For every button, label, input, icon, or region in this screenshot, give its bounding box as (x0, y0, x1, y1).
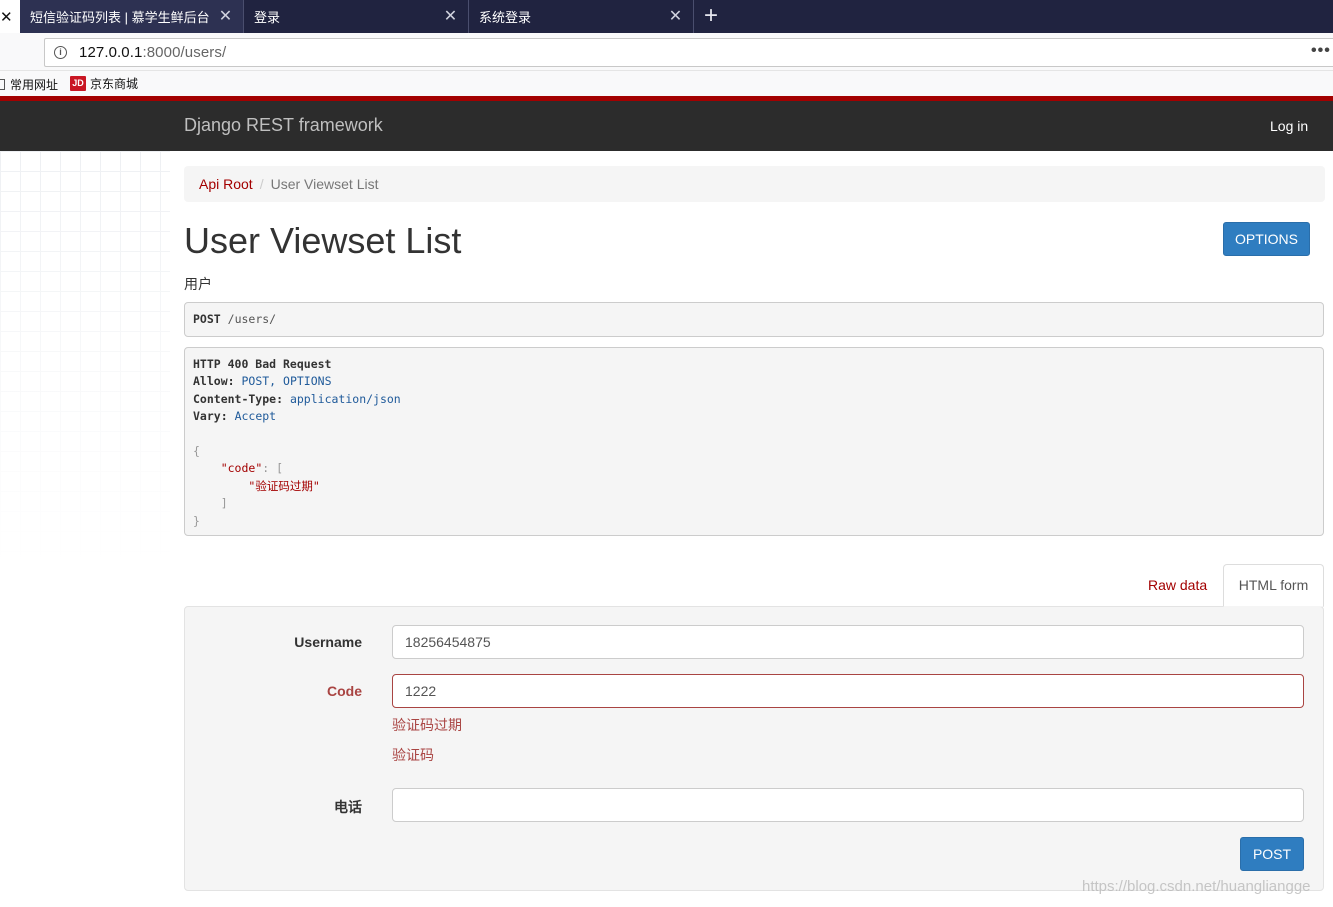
header-key: Vary: (193, 409, 228, 424)
code-label: Code (327, 683, 362, 699)
breadcrumb: Api Root / User Viewset List (184, 166, 1325, 202)
request-path: /users/ (227, 312, 277, 326)
header-key: Allow: (193, 374, 235, 389)
drf-navbar: Django REST framework Log in (0, 101, 1333, 151)
bookmarks-bar: 常用网址 JD 京东商城 (0, 71, 1333, 96)
jd-icon: JD (70, 76, 86, 91)
close-icon[interactable]: ✕ (668, 9, 683, 25)
json-key: "code" (220, 461, 263, 476)
bookmark-label: 常用网址 (10, 78, 59, 92)
url-host: 127.0.0.1 (79, 44, 143, 61)
tab-title: 短信验证码列表 | 慕学生鲜后台 (30, 10, 210, 25)
browser-tab-sms-list[interactable]: 短信验证码列表 | 慕学生鲜后台 ✕ (20, 0, 243, 33)
login-link[interactable]: Log in (1270, 118, 1308, 134)
close-icon[interactable]: ✕ (443, 9, 458, 25)
bookmark-jd[interactable]: JD 京东商城 (70, 75, 138, 92)
tab-title: 登录 (254, 10, 281, 25)
new-tab-plus-icon[interactable]: + (700, 3, 722, 29)
tab-html-form[interactable]: HTML form (1223, 564, 1324, 607)
phone-label: 电话 (334, 799, 362, 815)
browser-tab-partial[interactable]: ✕ (0, 0, 20, 33)
page-description: 用户 (184, 276, 212, 292)
code-error-message: 验证码过期 (392, 717, 462, 733)
request-method: POST (193, 312, 221, 326)
phone-input[interactable] (392, 788, 1304, 822)
json-punctuation: { (193, 444, 200, 459)
post-button[interactable]: POST (1240, 837, 1304, 871)
folder-icon (0, 79, 5, 90)
page-title: User Viewset List (184, 220, 462, 261)
code-input[interactable]: 1222 (392, 674, 1304, 708)
url-path: :8000/users/ (142, 44, 227, 61)
tab-title: 系统登录 (479, 10, 532, 25)
browser-tab-system-login[interactable]: 系统登录 ✕ (469, 0, 693, 33)
header-key: Content-Type: (193, 391, 284, 406)
bookmark-label: 京东商城 (90, 77, 139, 91)
more-menu-icon[interactable]: ••• (1311, 43, 1331, 59)
url-bar[interactable]: i 127.0.0.1:8000/users/ (44, 38, 1333, 67)
username-label: Username (294, 634, 362, 650)
breadcrumb-separator: / (259, 176, 264, 192)
brand-link[interactable]: Django REST framework (184, 115, 383, 136)
options-button[interactable]: OPTIONS (1223, 222, 1310, 256)
breadcrumb-api-root[interactable]: Api Root (199, 176, 253, 192)
username-input[interactable]: 18256454875 (392, 625, 1304, 659)
browser-tab-login[interactable]: 登录 ✕ (244, 0, 468, 33)
bookmark-common-sites[interactable]: 常用网址 (0, 76, 58, 93)
close-icon[interactable]: ✕ (218, 9, 233, 25)
browser-toolbar: i 127.0.0.1:8000/users/ (0, 33, 1333, 71)
request-info: POST /users/ (184, 302, 1324, 337)
close-icon[interactable]: ✕ (0, 8, 13, 26)
header-value: POST, OPTIONS (241, 374, 332, 389)
code-help-text: 验证码 (392, 747, 434, 763)
breadcrumb-current: User Viewset List (270, 176, 379, 192)
tab-divider (693, 0, 694, 33)
header-value: Accept (234, 409, 277, 424)
browser-tab-strip: ✕ 短信验证码列表 | 慕学生鲜后台 ✕ 登录 ✕ 系统登录 ✕ + (0, 0, 1333, 33)
json-punctuation: ] (220, 496, 228, 511)
json-punctuation: : [ (262, 461, 284, 476)
info-icon[interactable]: i (54, 46, 67, 59)
json-punctuation: } (193, 513, 200, 528)
watermark: https://blog.csdn.net/huangliangge (1082, 878, 1311, 895)
response-status: HTTP 400 Bad Request (193, 357, 332, 371)
url-text[interactable]: 127.0.0.1:8000/users/ (79, 44, 226, 61)
response-info: HTTP 400 Bad Request Allow: POST, OPTION… (184, 347, 1324, 536)
tab-raw-data[interactable]: Raw data (1148, 577, 1207, 593)
json-string: "验证码过期" (248, 478, 320, 493)
header-value: application/json (289, 391, 401, 406)
